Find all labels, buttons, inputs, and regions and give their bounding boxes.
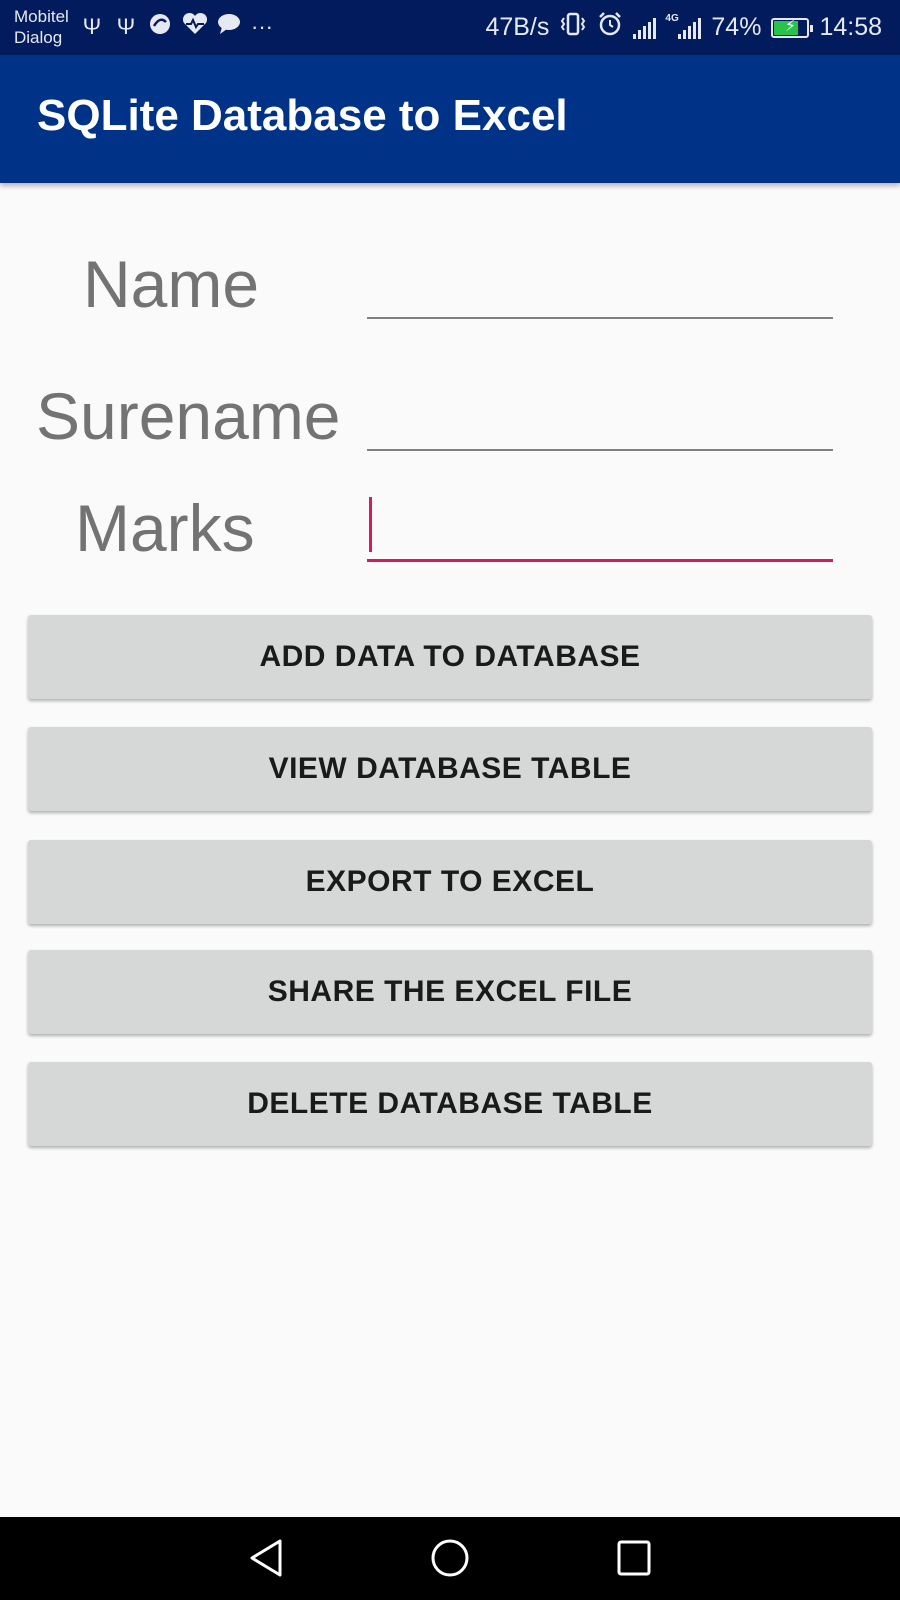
signal-4g-icon: 4G (665, 13, 702, 39)
surname-label: Surename (36, 379, 341, 453)
carrier-line-2: Dialog (14, 28, 63, 47)
app-title: SQLite Database to Excel (37, 91, 568, 140)
more-notifications-icon: ··· (251, 14, 273, 39)
carrier-line-1: Mobitel (14, 7, 69, 26)
recents-icon[interactable] (614, 1537, 654, 1584)
name-field[interactable] (367, 257, 833, 319)
app-bar: SQLite Database to Excel (0, 55, 900, 183)
view-table-button[interactable]: VIEW DATABASE TABLE (28, 727, 872, 811)
back-icon[interactable] (246, 1537, 286, 1584)
status-right: 47B/s 4G 74% ⚡ 14:58 (485, 0, 882, 55)
home-icon[interactable] (429, 1537, 471, 1584)
battery-icon: ⚡ (771, 17, 814, 38)
clock: 14:58 (819, 13, 882, 41)
marks-field[interactable] (367, 499, 833, 562)
net-speed: 47B/s (485, 13, 550, 41)
surname-field[interactable] (367, 389, 833, 451)
status-bar: Mobitel Dialog Ψ Ψ ··· 47B/s 4G 74% ⚡ 14… (0, 0, 900, 55)
battery-percent: 74% (711, 13, 762, 41)
notification-icons: Ψ Ψ ··· (80, 12, 274, 42)
vibrate-icon (559, 11, 587, 44)
delete-table-button[interactable]: DELETE DATABASE TABLE (28, 1062, 872, 1146)
network-type-label: 4G (665, 12, 679, 24)
swirl-icon (148, 12, 172, 42)
name-label: Name (83, 247, 260, 321)
share-excel-button[interactable]: SHARE THE EXCEL FILE (28, 950, 872, 1034)
export-excel-button[interactable]: EXPORT TO EXCEL (28, 840, 872, 924)
alarm-icon (597, 11, 623, 44)
carrier-label: Mobitel Dialog (14, 6, 69, 48)
text-cursor (369, 497, 372, 552)
signal-icon (633, 17, 657, 39)
marks-label: Marks (75, 491, 255, 565)
health-icon (182, 12, 208, 42)
chat-icon (216, 12, 240, 42)
charging-icon: ⚡ (784, 17, 797, 35)
navigation-bar (0, 1517, 900, 1600)
usb-icon: Ψ (116, 14, 136, 39)
add-data-button[interactable]: ADD DATA TO DATABASE (28, 615, 872, 699)
usb-icon: Ψ (82, 14, 102, 39)
